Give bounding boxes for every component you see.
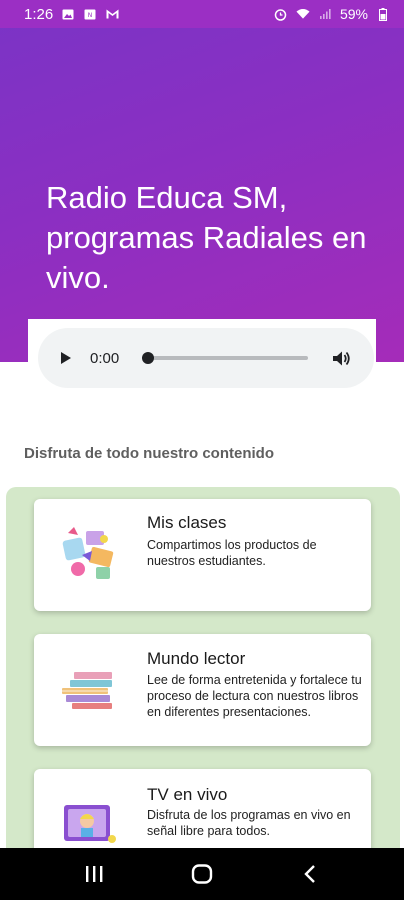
hero-title: Radio Educa SM, programas Radiales en vi… <box>46 180 367 295</box>
hero-banner: Radio Educa SM, programas Radiales en vi… <box>0 0 404 362</box>
card-description: Lee de forma entretenida y fortalece tu … <box>147 673 362 719</box>
status-time: 1:26 <box>24 5 54 23</box>
home-icon <box>191 864 213 884</box>
recents-button[interactable] <box>74 854 114 894</box>
card-description: Disfruta de los programas en vivo en señ… <box>147 808 351 838</box>
play-button[interactable] <box>60 350 74 366</box>
recents-icon <box>86 866 103 882</box>
status-bar: 1:26 N 59% <box>0 0 404 28</box>
back-button[interactable] <box>290 854 330 894</box>
audio-player: 0:00 <box>38 328 374 388</box>
back-icon <box>304 865 315 883</box>
progress-thumb[interactable] <box>142 352 154 364</box>
signal-icon <box>318 8 332 20</box>
current-time: 0:00 <box>90 349 120 367</box>
home-button[interactable] <box>182 854 222 894</box>
books-stack-icon <box>56 664 126 724</box>
svg-text:N: N <box>88 12 93 19</box>
nfc-icon: N <box>83 8 97 20</box>
card-mundo-lector[interactable]: Mundo lector Lee de forma entretenida y … <box>34 634 371 746</box>
card-title: Mundo lector <box>147 649 246 668</box>
battery-text: 59% <box>339 6 368 22</box>
gmail-icon <box>105 8 119 20</box>
volume-button[interactable] <box>332 349 352 367</box>
wifi-icon <box>296 8 310 20</box>
card-title: TV en vivo <box>147 785 228 804</box>
photo-icon <box>61 8 75 20</box>
navigation-bar <box>0 848 404 900</box>
play-icon <box>61 352 71 364</box>
battery-icon <box>376 7 390 21</box>
card-title: Mis clases <box>147 513 227 532</box>
card-mis-clases[interactable]: Mis clases Compartimos los productos de … <box>34 499 371 611</box>
volume-icon <box>333 351 350 365</box>
progress-track[interactable] <box>142 352 308 364</box>
alarm-icon <box>274 8 288 21</box>
section-title: Disfruta de todo nuestro contenido <box>24 445 274 462</box>
card-description: Compartimos los productos de nuestros es… <box>147 538 317 568</box>
classroom-collage-icon <box>56 525 126 585</box>
